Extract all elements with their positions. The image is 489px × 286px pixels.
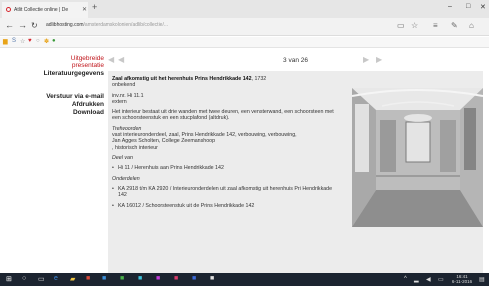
record-details: Zaal afkomstig uit het herenhuis Prins H…: [112, 76, 342, 210]
search-icon[interactable]: ○: [22, 275, 26, 282]
share-icon[interactable]: ⌂: [469, 21, 474, 30]
print-link[interactable]: Afdrukken: [0, 101, 104, 109]
edge-icon[interactable]: e: [54, 275, 58, 282]
download-link[interactable]: Download: [0, 109, 104, 117]
record-panel: Zaal afkomstig uit het herenhuis Prins H…: [108, 71, 483, 273]
components-list: KA 2918 t/m KA 2920 / Interieuronderdele…: [112, 186, 342, 210]
windows-taskbar: ⊞ ○ ▭ e ▰ ■ ■ ■ ■ ■ ■ ■ ■ ^ ▂ ◀ ▭ 16:41 …: [0, 273, 489, 286]
favorites-bar: ▆ S ☆ ♥ ○ ✽ ●: [0, 37, 489, 48]
taskbar-app-icon[interactable]: ■: [138, 275, 142, 282]
maximize-icon[interactable]: □: [466, 3, 470, 10]
component-item[interactable]: KA 16012 / Schoorsteenstuk uit de Prins …: [112, 203, 342, 210]
record-counter: 3 van 26: [283, 57, 308, 64]
notifications-icon[interactable]: ▤: [479, 276, 485, 283]
part-of-list: Hi 11 / Herenhuis aan Prins Hendrikkade …: [112, 165, 342, 172]
last-record-icon[interactable]: ▶: [376, 55, 382, 64]
taskbar-app-icon[interactable]: ■: [102, 275, 106, 282]
browser-tab[interactable]: Atlit Collectie online | De ✕: [2, 2, 88, 18]
interior-photo-image: [352, 88, 483, 227]
part-of-item[interactable]: Hi 11 / Herenhuis aan Prins Hendrikkade …: [112, 165, 342, 172]
new-tab-icon[interactable]: +: [92, 2, 97, 12]
bookmark-leaf-icon[interactable]: ●: [52, 38, 56, 44]
browser-tab-bar: Atlit Collectie online | De ✕ + – □ ✕: [0, 0, 489, 18]
favorite-star-icon[interactable]: ☆: [411, 21, 418, 30]
url-host: adlibhosting.com: [46, 22, 84, 28]
folder-icon[interactable]: ▆: [3, 38, 8, 45]
tab-title: Atlit Collectie online | De: [14, 7, 69, 13]
sidebar-item-literature[interactable]: Literatuurgegevens: [0, 70, 104, 78]
close-window-icon[interactable]: ✕: [480, 3, 486, 11]
bookmark-star-icon[interactable]: ☆: [20, 38, 25, 45]
component-item[interactable]: KA 2918 t/m KA 2920 / Interieuronderdele…: [112, 186, 342, 199]
notes-icon[interactable]: ✎: [451, 21, 458, 30]
start-icon[interactable]: ⊞: [6, 275, 12, 283]
clock-date: 6-11-2016: [451, 279, 473, 284]
back-icon[interactable]: ←: [5, 20, 14, 30]
record-title: Zaal afkomstig uit het herenhuis Prins H…: [112, 76, 252, 82]
file-explorer-icon[interactable]: ▰: [70, 275, 75, 283]
tab-close-icon[interactable]: ✕: [82, 6, 87, 13]
sidebar-item-extended-line1[interactable]: Uitgebreide: [0, 55, 104, 62]
page-content: Uitgebreide presentatie Literatuurgegeve…: [0, 49, 489, 273]
bookmark-heart-icon[interactable]: ♥: [28, 38, 32, 44]
bookmark-circle-icon[interactable]: ○: [36, 38, 40, 44]
email-link[interactable]: Verstuur via e-mail: [0, 93, 104, 101]
url-field[interactable]: adlibhosting.com/amsterdamskolonien/adli…: [46, 22, 168, 28]
taskbar-app-icon[interactable]: ■: [192, 275, 196, 282]
taskbar-app-icon[interactable]: ■: [174, 275, 178, 282]
volume-icon[interactable]: ◀: [426, 276, 431, 283]
record-photo[interactable]: [352, 88, 483, 227]
address-bar-row: ← → ↻ adlibhosting.com/amsterdamskolonie…: [0, 18, 489, 36]
hub-icon[interactable]: ≡: [433, 21, 438, 30]
tray-chevron-icon[interactable]: ^: [404, 276, 407, 282]
taskbar-app-icon[interactable]: ■: [86, 275, 90, 282]
bookmark-gear-icon[interactable]: ✽: [44, 38, 49, 45]
reading-view-icon[interactable]: ▭: [397, 21, 405, 30]
minimize-icon[interactable]: –: [448, 3, 452, 10]
bookmark-s-icon[interactable]: S: [12, 38, 16, 44]
network-icon[interactable]: ▂: [414, 276, 419, 283]
url-path: /amsterdamskolonien/adlib/collectie/...: [83, 22, 169, 28]
clock[interactable]: 16:41 6-11-2016: [450, 274, 474, 284]
taskbar-app-icon[interactable]: ■: [120, 275, 124, 282]
taskbar-app-icon[interactable]: ■: [156, 275, 160, 282]
next-record-icon[interactable]: ▶: [363, 55, 369, 64]
taskbar-app-icon[interactable]: ■: [210, 275, 214, 282]
site-favicon-icon: [6, 7, 11, 12]
task-view-icon[interactable]: ▭: [38, 275, 45, 283]
detail-sidebar: Uitgebreide presentatie Literatuurgegeve…: [0, 55, 104, 117]
record-year: , 1732: [251, 76, 267, 82]
refresh-icon[interactable]: ↻: [31, 21, 38, 30]
record-description: Het interieur bestaat uit drie wanden me…: [112, 109, 334, 122]
sidebar-item-extended-line2[interactable]: presentatie: [0, 62, 104, 69]
forward-icon[interactable]: →: [18, 20, 27, 30]
keyboard-icon[interactable]: ▭: [438, 276, 444, 283]
record-pager: ◀ ◀ 3 van 26 ▶ ▶: [108, 55, 483, 69]
